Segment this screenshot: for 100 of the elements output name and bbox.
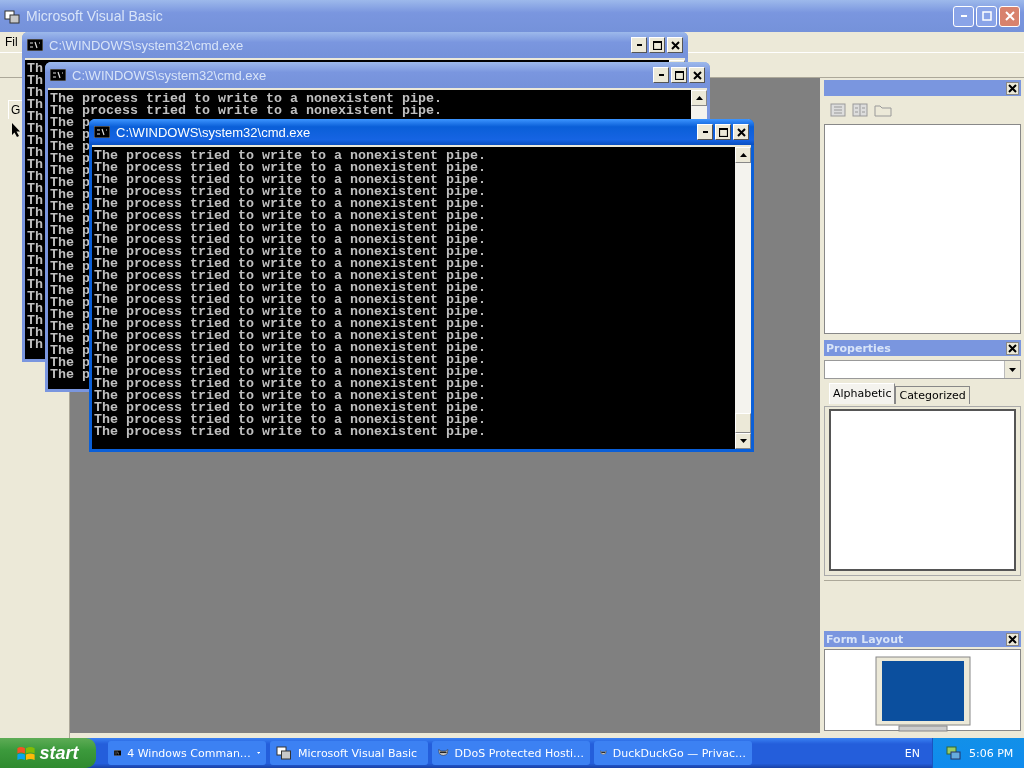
minimize-button[interactable] bbox=[631, 37, 647, 53]
minimize-icon bbox=[702, 131, 708, 133]
console-line: Th bbox=[27, 339, 43, 351]
caret-icon bbox=[256, 751, 260, 755]
close-button[interactable] bbox=[1006, 341, 1019, 355]
minimize-button[interactable] bbox=[697, 124, 713, 140]
clock: 5:06 PM bbox=[969, 746, 1014, 760]
console-line: Th bbox=[27, 255, 43, 267]
console-line: The process tried to write to a nonexistent pipe. bbox=[94, 330, 486, 342]
maximize-icon bbox=[718, 127, 728, 137]
network-icon[interactable] bbox=[945, 745, 961, 761]
panel-title: Properties bbox=[826, 341, 891, 355]
close-icon bbox=[1008, 83, 1017, 93]
taskbar-button[interactable]: 4 Windows Comman… bbox=[108, 741, 266, 765]
scroll-down-button[interactable] bbox=[735, 433, 751, 449]
console-line: The p bbox=[50, 201, 90, 213]
taskbar-button[interactable]: DDoS Protected Hosti… bbox=[432, 741, 590, 765]
menu-item[interactable]: Fil bbox=[4, 35, 19, 49]
console-line: Th bbox=[27, 207, 43, 219]
console-line: Th bbox=[27, 135, 43, 147]
console-line: The process tried to write to a nonexistent pipe. bbox=[94, 294, 486, 306]
maximize-button[interactable] bbox=[649, 37, 665, 53]
console-line: The process tried to write to a nonexistent pipe. bbox=[94, 174, 486, 186]
console-line: The process tried to write to a nonexistent pipe. bbox=[94, 150, 486, 162]
close-button[interactable] bbox=[1006, 632, 1019, 646]
console-line: The process tried to write to a nonexistent pipe. bbox=[94, 342, 486, 354]
window-title: C:\WINDOWS\system32\cmd.exe bbox=[116, 124, 311, 140]
close-icon bbox=[1008, 343, 1017, 353]
console-line: The process tried to write to a nonexistent pipe. bbox=[94, 390, 486, 402]
pointer-icon[interactable] bbox=[12, 123, 20, 137]
close-icon bbox=[1004, 11, 1015, 21]
window-title: C:\WINDOWS\system32\cmd.exe bbox=[72, 67, 267, 83]
minimize-icon bbox=[636, 44, 642, 46]
console-line: The process tried to write to a nonexistent pipe. bbox=[94, 186, 486, 198]
console-line: Th bbox=[27, 87, 43, 99]
close-icon bbox=[692, 70, 702, 80]
window-title: Microsoft Visual Basic bbox=[26, 8, 163, 24]
taskbar-button[interactable]: DuckDuckGo — Privac… bbox=[594, 741, 752, 765]
console-line: The p bbox=[50, 117, 90, 129]
object-dropdown[interactable] bbox=[824, 360, 1021, 379]
console-line: The process tried to write to a nonexistent pipe. bbox=[94, 414, 486, 426]
scroll-up-button[interactable] bbox=[735, 147, 751, 163]
console-icon bbox=[50, 69, 66, 81]
minimize-button[interactable] bbox=[653, 67, 669, 83]
console-line: The p bbox=[50, 273, 90, 285]
console-line: Th bbox=[27, 231, 43, 243]
console-line: The p bbox=[50, 213, 90, 225]
language-indicator[interactable]: EN bbox=[904, 746, 920, 760]
console-line: Th bbox=[27, 219, 43, 231]
console-line: The process tried to write to a nonexistent pipe. bbox=[94, 306, 486, 318]
console-line: Th bbox=[27, 327, 43, 339]
console-line: The p bbox=[50, 177, 90, 189]
minimize-icon bbox=[658, 74, 664, 76]
console-line: The process tried to write to a nonexistent pipe. bbox=[94, 246, 486, 258]
properties-tab[interactable]: Categorized bbox=[895, 386, 970, 404]
console-line: The p bbox=[50, 321, 90, 333]
minimize-icon bbox=[960, 15, 967, 17]
console-line: The p bbox=[50, 357, 90, 369]
raccoon-icon bbox=[438, 747, 449, 759]
console-line: The process tried to write to a nonexistent pipe. bbox=[94, 366, 486, 378]
close-button[interactable] bbox=[1006, 81, 1019, 95]
console-line: Th bbox=[27, 195, 43, 207]
maximize-button[interactable] bbox=[671, 67, 687, 83]
taskbar-button[interactable]: Microsoft Visual Basic bbox=[270, 741, 428, 765]
console-icon bbox=[27, 39, 43, 51]
console-line: Th bbox=[27, 243, 43, 255]
console-line: The process tried to write to a nonexistent pipe. bbox=[94, 318, 486, 330]
console-line: Th bbox=[27, 279, 43, 291]
maximize-button[interactable] bbox=[715, 124, 731, 140]
console-line: Th bbox=[27, 63, 43, 75]
down-arrow-icon bbox=[739, 439, 747, 443]
console-line: Th bbox=[27, 303, 43, 315]
close-icon bbox=[670, 40, 680, 50]
maximize-icon bbox=[652, 40, 662, 50]
close-icon bbox=[736, 127, 746, 137]
scrollbar-thumb[interactable] bbox=[735, 413, 751, 433]
console-line: The process tried to write to a nonexistent pipe. bbox=[94, 426, 486, 438]
scroll-up-button[interactable] bbox=[691, 90, 707, 106]
console-line: The p bbox=[50, 237, 90, 249]
app-icon bbox=[276, 746, 292, 760]
maximize-icon bbox=[981, 11, 992, 21]
properties-tab[interactable]: Alphabetic bbox=[829, 383, 896, 404]
console-line: The process tried to write to a nonexistent pipe. bbox=[94, 234, 486, 246]
start-button[interactable]: start bbox=[0, 738, 96, 768]
maximize-icon bbox=[674, 70, 684, 80]
console-line: The p bbox=[50, 333, 90, 345]
up-arrow-icon bbox=[695, 96, 703, 100]
console-icon bbox=[94, 126, 110, 138]
console-line: The p bbox=[50, 141, 90, 153]
console-line: The p bbox=[50, 309, 90, 321]
console-line: The process tried to write to a nonexistent pipe. bbox=[94, 210, 486, 222]
console-line: The process tried to write to a nonexistent pipe. bbox=[94, 198, 486, 210]
console-line: The p bbox=[50, 189, 90, 201]
console-line: The p bbox=[50, 153, 90, 165]
console-line: The p bbox=[50, 129, 90, 141]
console-line: The process tried to write to a nonexistent pipe. bbox=[50, 93, 442, 105]
console-line: The process tried to write to a nonexistent pipe. bbox=[94, 258, 486, 270]
console-line: Th bbox=[27, 315, 43, 327]
console-line: The process tried to write to a nonexistent pipe. bbox=[94, 378, 486, 390]
dropdown-arrow-icon bbox=[1009, 367, 1016, 372]
